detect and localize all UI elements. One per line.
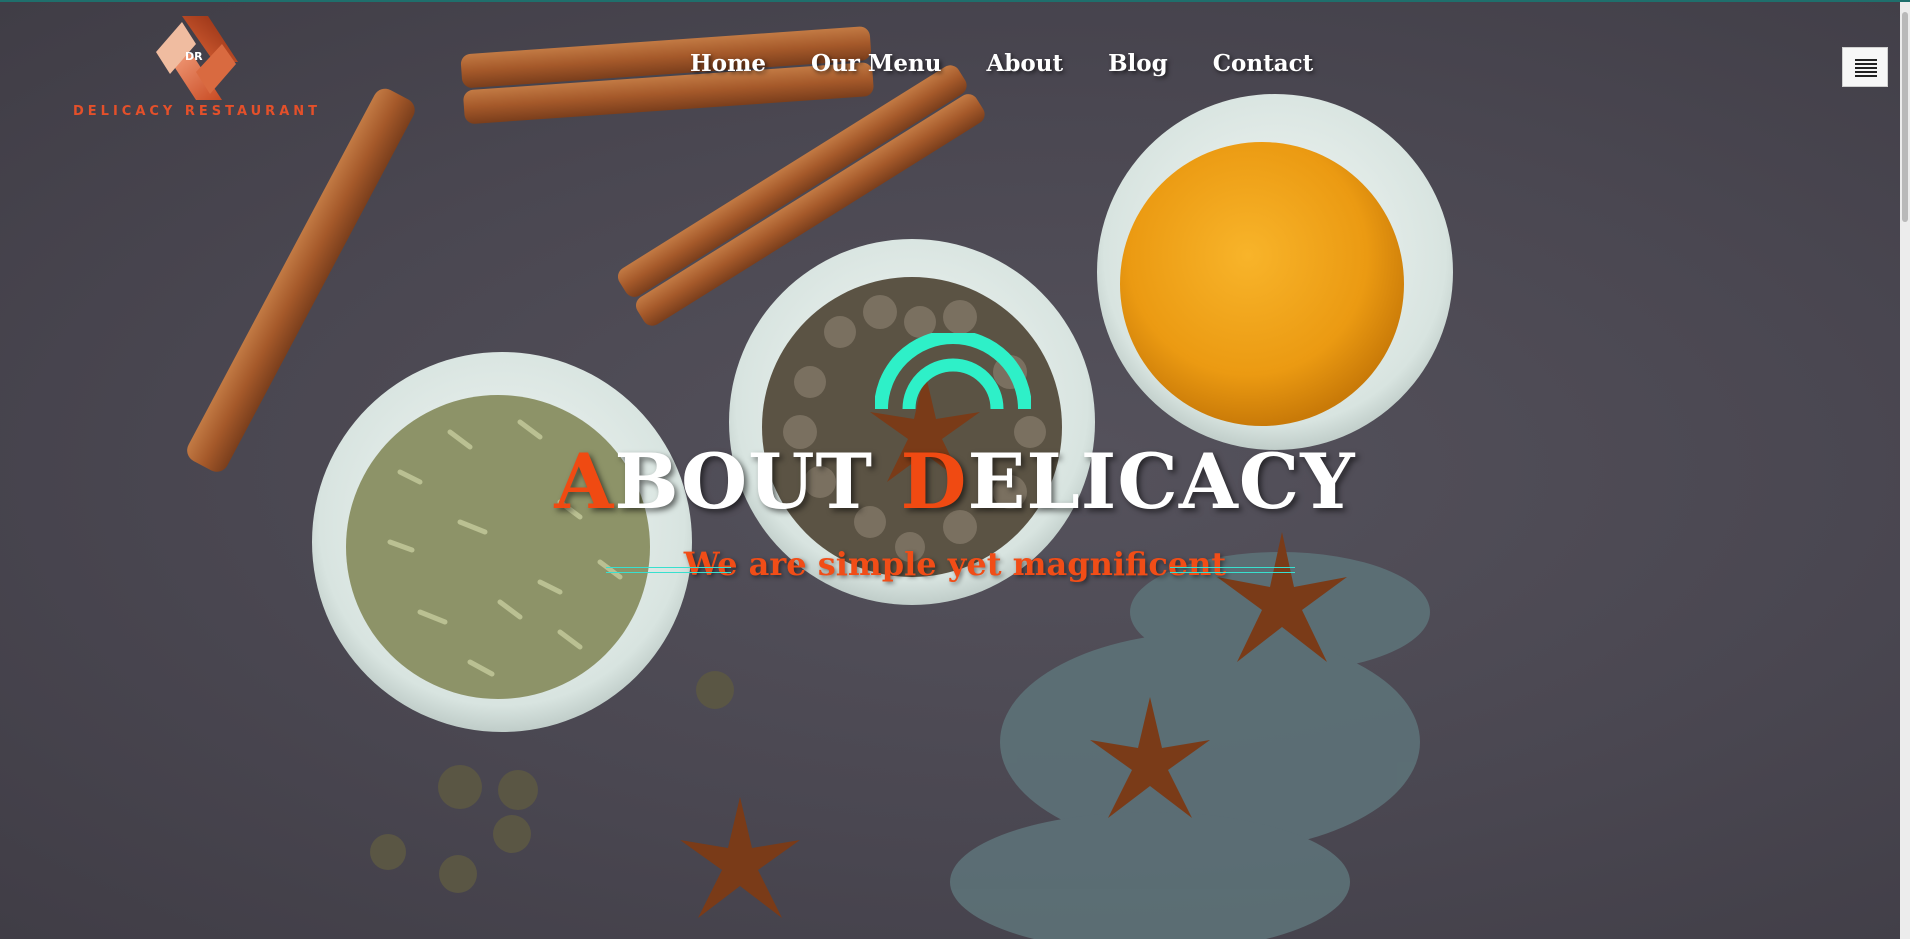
subtitle-divider-left xyxy=(606,567,731,573)
hamburger-menu-icon xyxy=(1855,59,1877,61)
title-initial-d: D xyxy=(900,437,968,526)
subtitle-row: We are simple yet magnificent xyxy=(0,545,1910,583)
nav-contact[interactable]: Contact xyxy=(1213,50,1314,77)
scrollbar-thumb[interactable] xyxy=(1902,12,1908,222)
logo-monogram: DR xyxy=(185,50,203,63)
nav-our-menu[interactable]: Our Menu xyxy=(811,50,941,77)
hamburger-line xyxy=(1855,63,1877,65)
title-initial-a: A xyxy=(554,437,615,526)
hamburger-menu-button[interactable] xyxy=(1842,47,1888,87)
hamburger-line xyxy=(1855,67,1877,69)
nav-blog[interactable]: Blog xyxy=(1108,50,1168,77)
hamburger-line xyxy=(1855,71,1877,73)
signal-arc-icon xyxy=(875,333,1031,410)
title-word-about: BOUT xyxy=(614,437,901,526)
page-title: ABOUT DELICACY xyxy=(0,437,1910,527)
main-nav: Home Our Menu About Blog Contact xyxy=(690,50,1358,77)
brand-name: DELICACY RESTAURANT xyxy=(72,104,322,119)
subtitle-divider-right xyxy=(1170,567,1295,573)
title-word-delicacy: ELICACY xyxy=(967,437,1356,526)
restaurant-logo[interactable]: DR DELICACY RESTAURANT xyxy=(72,14,322,124)
nav-home[interactable]: Home xyxy=(690,50,766,77)
nav-about[interactable]: About xyxy=(986,50,1063,77)
subtitle: We are simple yet magnificent xyxy=(683,545,1227,583)
hamburger-line xyxy=(1855,75,1877,77)
